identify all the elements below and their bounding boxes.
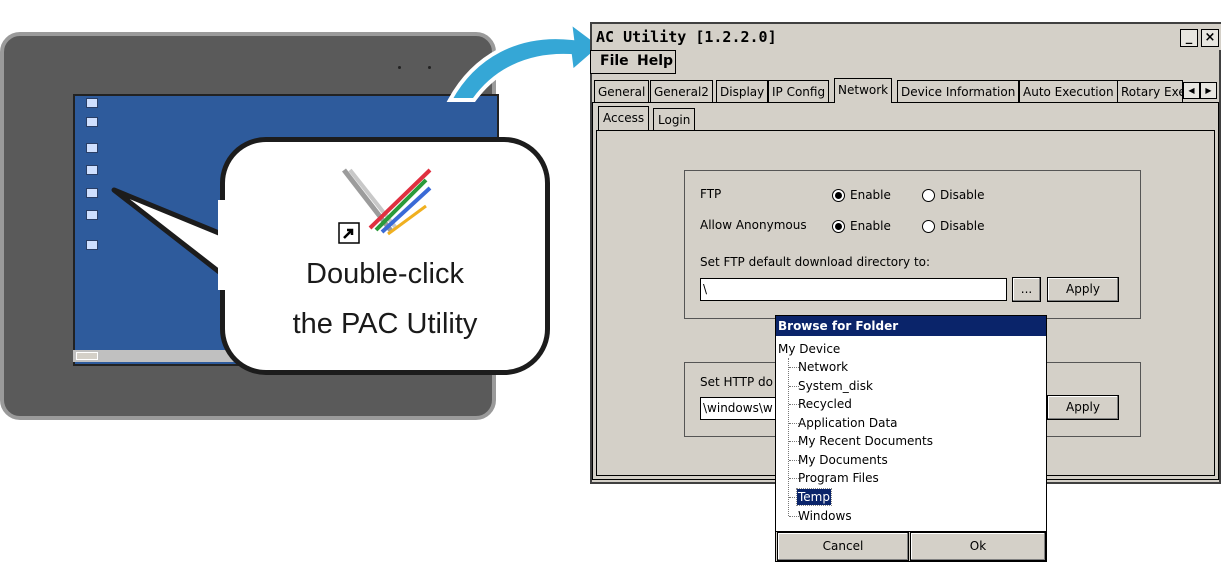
menu-help[interactable]: Help [637,53,673,69]
tree-item-system-disk[interactable]: System_disk [798,378,873,394]
tab-scroll-right-button[interactable]: ▶ [1200,82,1217,99]
tree-root-my-device[interactable]: My Device [778,341,840,357]
shortcut-arrow-icon [338,222,360,244]
ftp-enable-radio[interactable] [832,189,845,202]
menu-file[interactable]: File [600,53,629,69]
bezel-sensor [398,66,401,69]
callout-line-2: the PAC Utility [292,308,478,340]
tree-item-temp-selected[interactable]: Temp [796,488,832,506]
subtab-access[interactable]: Access [598,106,650,130]
anonymous-disable-label: Disable [940,219,985,233]
ftp-directory-input[interactable]: \ [700,278,1007,301]
tree-guide-line [788,358,789,516]
start-button[interactable] [76,352,98,360]
desktop-icon[interactable] [86,188,98,198]
anonymous-label: Allow Anonymous [700,218,807,232]
ftp-disable-label: Disable [940,188,985,202]
tab-network[interactable]: Network [834,78,893,103]
browse-button[interactable]: ... [1012,277,1041,302]
close-button[interactable]: × [1201,29,1219,47]
tree-item-network[interactable]: Network [798,359,848,375]
tab-general2[interactable]: General2 [650,80,713,102]
tab-ip-config[interactable]: IP Config [768,80,830,102]
tab-general[interactable]: General [594,80,650,102]
anonymous-disable-radio[interactable] [922,220,935,233]
ftp-disable-radio[interactable] [922,189,935,202]
tree-item-my-documents[interactable]: My Documents [798,452,888,468]
tab-rotary-execution[interactable]: Rotary Exe [1117,80,1183,102]
tab-device-information[interactable]: Device Information [897,80,1020,102]
callout-line-1: Double-click [306,258,464,290]
window-title: AC Utility [1.2.2.0] [596,28,777,46]
curved-arrow [446,17,606,102]
cancel-button[interactable]: Cancel [777,532,909,561]
tab-display[interactable]: Display [716,80,769,102]
ok-button[interactable]: Ok [910,532,1046,561]
callout-tail-cover [218,200,228,290]
ftp-label: FTP [700,187,722,201]
tree-item-recycled[interactable]: Recycled [798,396,852,412]
desktop-icon[interactable] [86,210,98,220]
anonymous-enable-radio[interactable] [832,220,845,233]
desktop-icon[interactable] [86,165,98,175]
anonymous-enable-label: Enable [850,219,891,233]
ftp-directory-label: Set FTP default download directory to: [700,255,931,269]
minimize-button[interactable]: _ [1180,29,1198,47]
ftp-apply-button[interactable]: Apply [1047,277,1119,302]
desktop-icon[interactable] [86,143,98,153]
http-directory-input[interactable]: \windows\w [700,397,780,420]
tree-item-application-data[interactable]: Application Data [798,415,898,431]
dialog-title: Browse for Folder [776,316,1046,336]
tree-item-my-recent-documents[interactable]: My Recent Documents [798,433,933,449]
tree-item-windows[interactable]: Windows [798,508,852,524]
desktop-icon[interactable] [86,98,98,108]
ftp-enable-label: Enable [850,188,891,202]
pac-utility-desktop-icon[interactable] [86,240,98,250]
desktop-icon[interactable] [86,117,98,127]
tree-item-program-files[interactable]: Program Files [798,470,879,486]
tab-scroll-left-button[interactable]: ◀ [1183,82,1200,99]
http-apply-button[interactable]: Apply [1047,395,1119,420]
tab-auto-execution[interactable]: Auto Execution [1019,80,1118,102]
http-directory-label: Set HTTP do [700,375,774,389]
subtab-login[interactable]: Login [653,108,696,130]
